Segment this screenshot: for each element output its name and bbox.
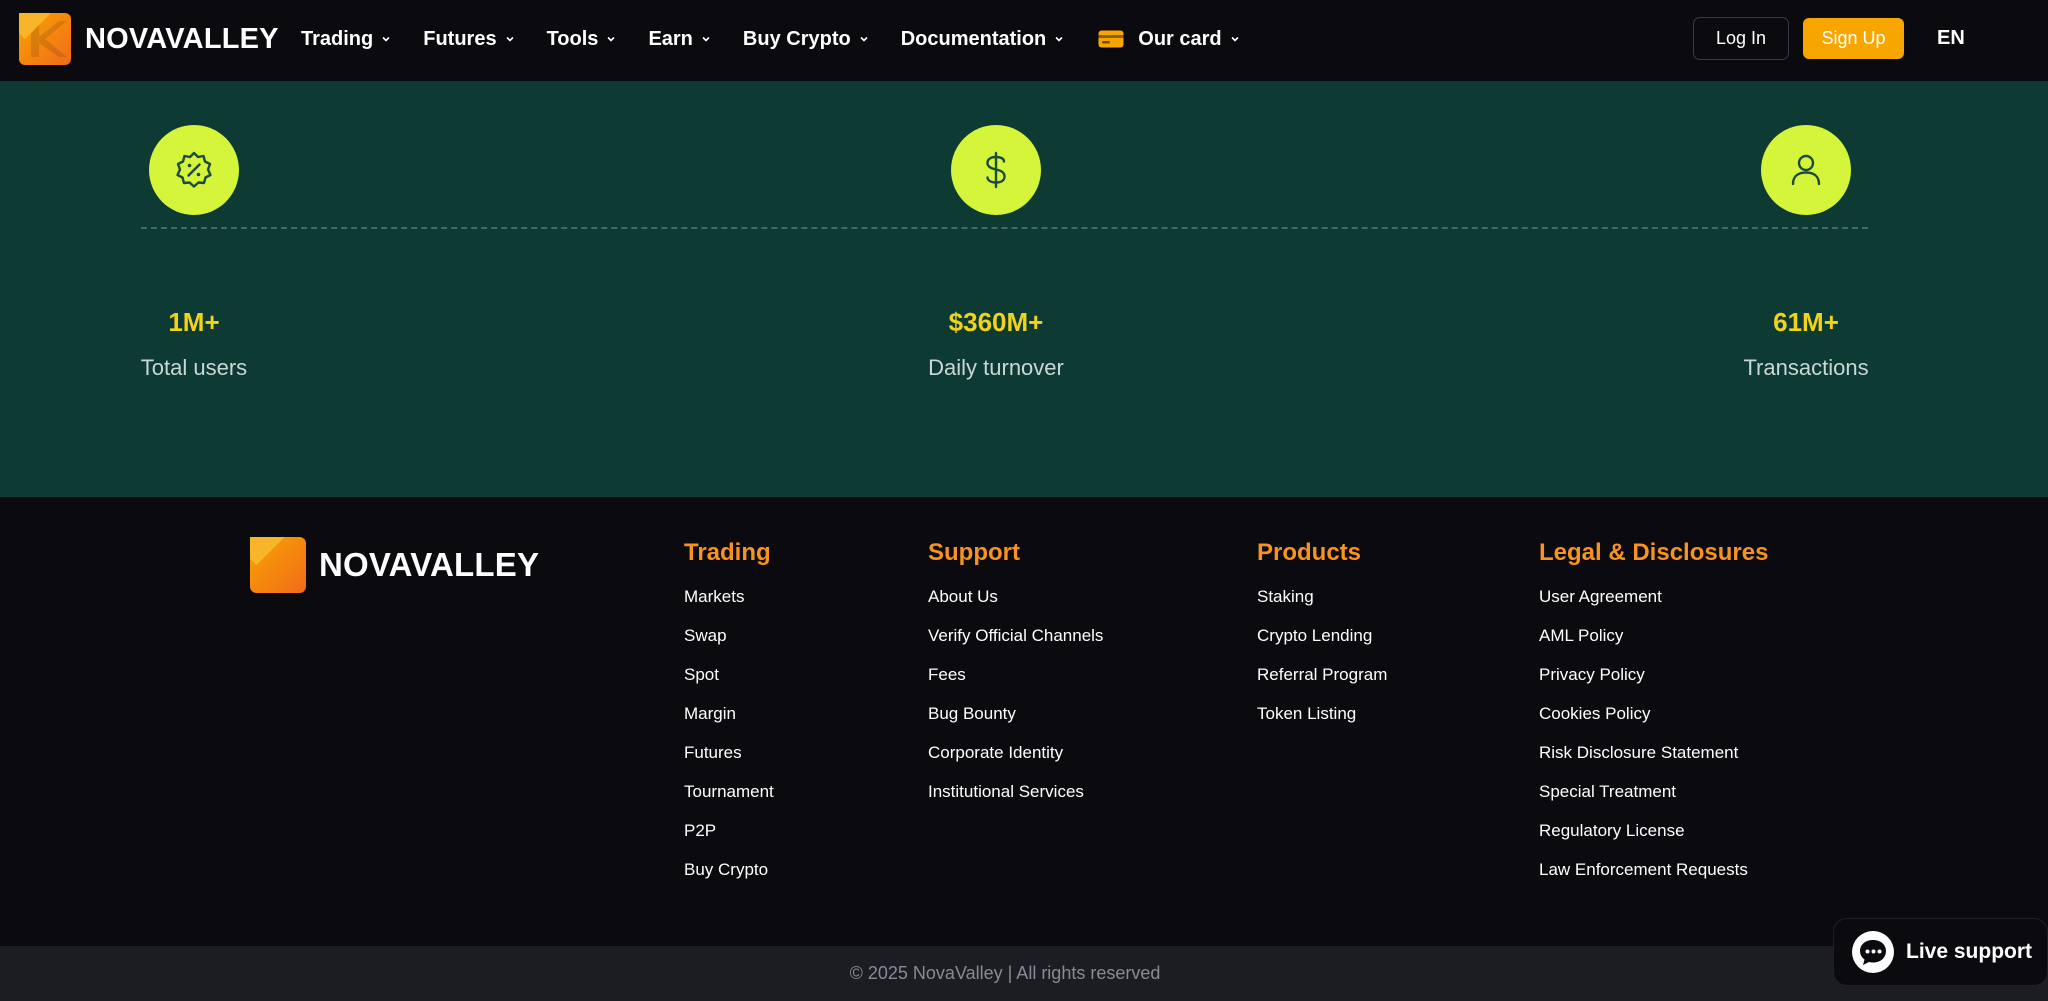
brand-logo-icon	[250, 537, 306, 593]
chevron-down-icon	[382, 36, 390, 42]
footer-brand-logo[interactable]: NOVAVALLEY	[250, 537, 539, 593]
nav-futures[interactable]: Futures	[423, 28, 514, 51]
brand-name: NOVAVALLEY	[85, 22, 279, 55]
footer-column-support: Support About Us Verify Official Channel…	[928, 539, 1103, 820]
footer-link[interactable]: User Agreement	[1539, 586, 1768, 625]
chevron-down-icon	[607, 36, 616, 42]
footer-link[interactable]: Corporate Identity	[928, 742, 1103, 781]
footer-link[interactable]: Privacy Policy	[1539, 664, 1768, 703]
language-selector[interactable]: EN	[1937, 27, 1965, 50]
nav-documentation[interactable]: Documentation	[901, 28, 1065, 51]
footer-link[interactable]: Cookies Policy	[1539, 703, 1768, 742]
footer-column-products: Products Staking Crypto Lending Referral…	[1257, 539, 1387, 742]
nav-earn[interactable]: Earn	[648, 28, 710, 51]
footer-link[interactable]: Risk Disclosure Statement	[1539, 742, 1768, 781]
stat-value-users: 1M+	[168, 307, 220, 337]
footer-link[interactable]: Fees	[928, 664, 1103, 703]
footer-column-title: Legal & Disclosures	[1539, 539, 1769, 566]
stat-icon-users	[149, 125, 239, 215]
stat-label-turnover: Daily turnover	[928, 355, 1064, 380]
nav-buy-crypto-label: Buy Crypto	[742, 27, 851, 50]
nav-futures-label: Futures	[423, 27, 497, 50]
main-nav: Trading Futures Tools Earn Buy Crypto Do…	[301, 0, 1272, 78]
dollar-icon	[986, 151, 1006, 189]
stat-value-turnover: $360M+	[948, 307, 1044, 337]
footer-link[interactable]: Futures	[684, 742, 774, 781]
nav-tools[interactable]: Tools	[547, 28, 617, 51]
live-support-button[interactable]: Live support	[1833, 918, 2048, 986]
chevron-down-icon	[1231, 36, 1239, 42]
footer-column-legal: Legal & Disclosures User Agreement AML P…	[1539, 539, 1768, 898]
brand-logo[interactable]: NOVAVALLEY	[19, 13, 279, 65]
site-footer: NOVAVALLEY Trading Markets Swap Spot Mar…	[0, 497, 2048, 946]
stats-section: 1M+ Total users $360M+ Daily turnover 61…	[0, 81, 2048, 497]
nav-our-card-label: Our card	[1138, 27, 1222, 50]
footer-link[interactable]: Referral Program	[1257, 664, 1387, 703]
footer-link[interactable]: AML Policy	[1539, 625, 1768, 664]
footer-link[interactable]: Regulatory License	[1539, 820, 1768, 859]
copyright-text: © 2025 NovaValley | All rights reserved	[849, 963, 1161, 983]
nav-our-card[interactable]: Our card	[1098, 28, 1239, 51]
footer-link[interactable]: Margin	[684, 703, 774, 742]
footer-column-trading: Trading Markets Swap Spot Margin Futures…	[684, 539, 774, 898]
footer-link[interactable]: Staking	[1257, 586, 1387, 625]
credit-card-icon	[1098, 30, 1124, 48]
stat-label-transactions: Transactions	[1743, 355, 1869, 380]
footer-bottom-bar: © 2025 NovaValley | All rights reserved	[0, 946, 2048, 1001]
footer-link[interactable]: Institutional Services	[928, 781, 1103, 820]
chevron-down-icon	[702, 36, 710, 42]
footer-link[interactable]: Bug Bounty	[928, 703, 1103, 742]
top-header: NOVAVALLEY Trading Futures Tools Earn Bu…	[0, 0, 2048, 81]
footer-link[interactable]: Special Treatment	[1539, 781, 1768, 820]
footer-link[interactable]: Buy Crypto	[684, 859, 774, 898]
signup-button[interactable]: Sign Up	[1803, 18, 1904, 59]
footer-link[interactable]: Spot	[684, 664, 774, 703]
login-button[interactable]: Log In	[1693, 17, 1789, 60]
chat-bubble-icon	[1852, 931, 1894, 973]
footer-link[interactable]: P2P	[684, 820, 774, 859]
live-support-label: Live support	[1906, 940, 2033, 963]
footer-link[interactable]: Swap	[684, 625, 774, 664]
footer-link[interactable]: Law Enforcement Requests	[1539, 859, 1768, 898]
footer-link[interactable]: Verify Official Channels	[928, 625, 1103, 664]
footer-link[interactable]: Markets	[684, 586, 774, 625]
chevron-down-icon	[506, 36, 514, 42]
discount-badge-icon	[176, 151, 212, 188]
stats-divider	[141, 227, 1868, 229]
footer-link[interactable]: Token Listing	[1257, 703, 1387, 742]
chevron-down-icon	[860, 36, 868, 42]
nav-trading[interactable]: Trading	[301, 28, 391, 51]
footer-link[interactable]: Crypto Lending	[1257, 625, 1387, 664]
stat-label-users: Total users	[140, 355, 248, 380]
footer-column-title: Support	[928, 539, 1020, 566]
user-icon	[1791, 154, 1821, 186]
brand-logo-icon	[19, 13, 71, 65]
nav-buy-crypto[interactable]: Buy Crypto	[743, 28, 869, 51]
footer-link[interactable]: About Us	[928, 586, 1103, 625]
footer-link[interactable]: Tournament	[684, 781, 774, 820]
footer-column-title: Trading	[684, 539, 771, 566]
stat-icon-transactions	[1761, 125, 1851, 215]
nav-tools-label: Tools	[546, 27, 599, 50]
nav-trading-label: Trading	[301, 27, 374, 50]
stat-icon-turnover	[951, 125, 1041, 215]
chevron-down-icon	[1055, 36, 1063, 42]
nav-earn-label: Earn	[648, 27, 693, 50]
nav-documentation-label: Documentation	[900, 27, 1047, 50]
footer-brand-name: NOVAVALLEY	[319, 546, 540, 583]
footer-column-title: Products	[1257, 539, 1362, 566]
stat-value-transactions: 61M+	[1773, 307, 1839, 337]
